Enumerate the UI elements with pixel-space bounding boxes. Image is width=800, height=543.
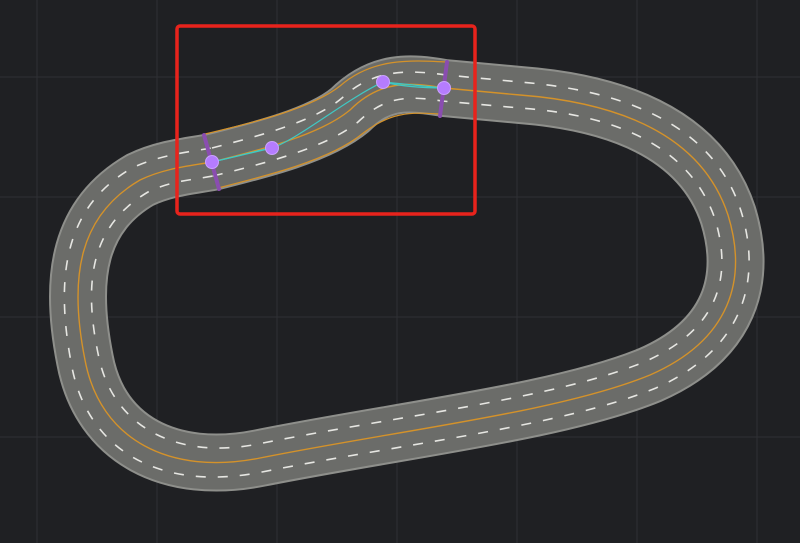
circle-handle-icon[interactable] xyxy=(265,141,279,155)
road-canvas[interactable] xyxy=(0,0,800,543)
circle-handle-icon[interactable] xyxy=(376,75,390,89)
road-track[interactable] xyxy=(48,55,765,492)
canvas-viewport[interactable] xyxy=(0,0,800,543)
circle-handle-icon[interactable] xyxy=(437,81,451,95)
circle-handle-icon[interactable] xyxy=(205,155,219,169)
